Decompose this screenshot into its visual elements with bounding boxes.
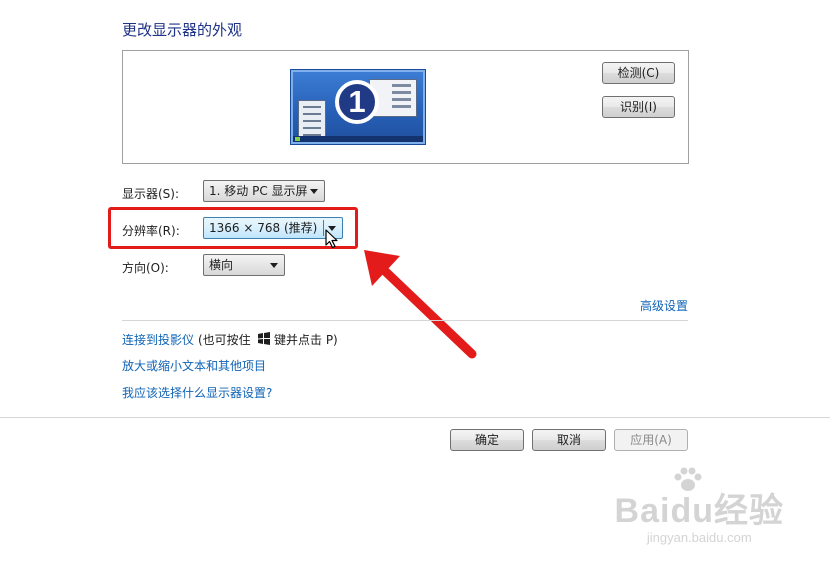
annotation-arrow-icon [364,250,477,359]
advanced-settings-link[interactable]: 高级设置 [640,297,688,314]
apply-button[interactable]: 应用(A) [614,429,688,451]
chevron-down-icon [270,263,278,268]
text-size-link[interactable]: 放大或缩小文本和其他项目 [122,357,266,374]
orientation-label: 方向(O): [122,261,169,275]
cancel-button[interactable]: 取消 [532,429,606,451]
projector-hint-text-end: 键并点击 P) [274,333,338,347]
monitor-number-badge: 1 [335,80,379,124]
page-title: 更改显示器的外观 [122,21,243,39]
taskbar-icon [293,136,423,142]
orientation-select[interactable]: 横向 [203,254,285,276]
watermark-url-text: jingyan.baidu.com [646,530,752,545]
detect-button[interactable]: 检测(C) [602,62,675,84]
paw-icon [674,467,702,491]
windows-logo-icon [258,332,270,345]
display-select-value: 1. 移动 PC 显示屏 [209,184,308,198]
mouse-cursor-icon [325,229,338,249]
display-label: 显示器(S): [122,187,180,201]
window-thumbnail-icon [298,100,326,138]
display-select[interactable]: 1. 移动 PC 显示屏 [203,180,325,202]
orientation-select-value: 横向 [209,258,234,272]
projector-hint-text: (也可按住 [198,333,251,347]
footer-divider [0,417,830,418]
monitor-1-icon[interactable]: 1 [290,69,426,145]
highlight-annotation-box [108,207,358,249]
identify-button[interactable]: 识别(I) [602,96,675,118]
display-settings-help-link[interactable]: 我应该选择什么显示器设置? [122,384,272,401]
connect-projector-link[interactable]: 连接到投影仪 [122,331,194,348]
baidu-watermark: Baidu经验 jingyan.baidu.com [615,467,784,545]
chevron-down-icon [310,189,318,194]
section-divider [122,320,688,321]
start-orb-icon [295,137,300,141]
ok-button[interactable]: 确定 [450,429,524,451]
